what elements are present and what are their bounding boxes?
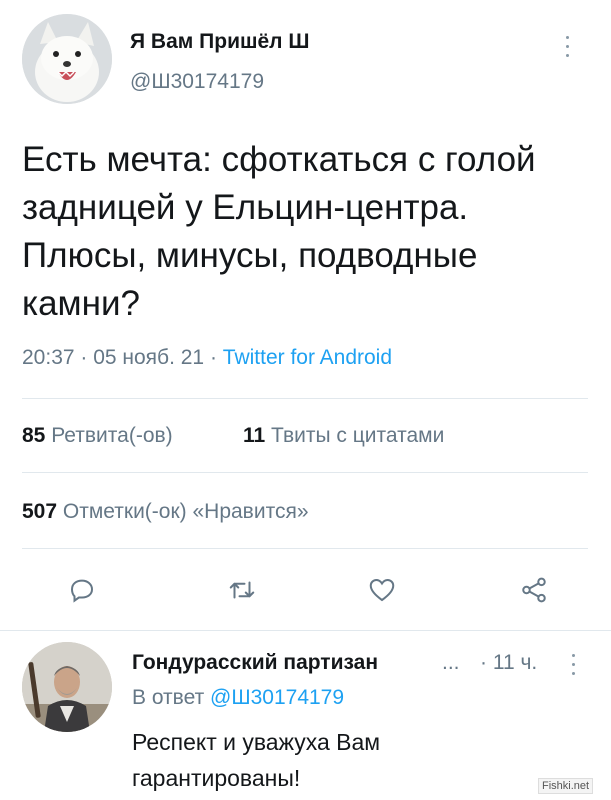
share-button[interactable] <box>514 570 554 610</box>
divider <box>0 630 611 631</box>
share-icon <box>522 577 546 603</box>
likes-label: Отметки(-ок) «Нравится» <box>62 500 309 523</box>
author-handle[interactable]: @Ш30174179 <box>130 70 264 94</box>
author-avatar[interactable] <box>22 14 112 104</box>
like-button[interactable] <box>362 570 402 610</box>
retweet-icon <box>229 581 255 599</box>
reply-to-mention[interactable]: @Ш30174179 <box>210 686 344 709</box>
reply-author-avatar[interactable] <box>22 642 112 732</box>
quotes-stat[interactable]: 11 Твиты с цитатами <box>243 424 444 448</box>
retweets-count: 85 <box>22 424 46 447</box>
reply-author-name[interactable]: Гондурасский партизан <box>132 651 378 675</box>
more-options-icon[interactable] <box>566 36 574 62</box>
divider <box>22 548 588 549</box>
reply-button[interactable] <box>62 570 102 610</box>
like-icon <box>369 578 395 602</box>
divider <box>22 472 588 473</box>
reply-more-options-icon[interactable] <box>572 654 580 680</box>
tweet-timestamp: 20:37 · 05 нояб. 21 · <box>22 346 223 369</box>
likes-count: 507 <box>22 500 58 523</box>
reply-icon <box>70 579 94 603</box>
watermark: Fishki.net <box>538 778 594 794</box>
retweet-button[interactable] <box>222 570 262 610</box>
retweets-label: Ретвита(-ов) <box>51 424 173 447</box>
reply-time: · 11 ч. <box>480 651 538 674</box>
name-ellipsis: ... <box>442 651 460 674</box>
likes-stat[interactable]: 507 Отметки(-ок) «Нравится» <box>22 500 309 524</box>
quotes-count: 11 <box>243 424 266 447</box>
tweet-text: Есть мечта: сфоткаться с голой задницей … <box>22 140 536 323</box>
reply-to-label: В ответ <box>132 686 205 709</box>
man-with-rifle-icon <box>22 642 112 732</box>
author-name[interactable]: Я Вам Пришёл Ш <box>130 30 309 54</box>
quotes-label: Твиты с цитатами <box>271 424 445 447</box>
arctic-fox-icon <box>22 14 112 104</box>
divider <box>22 398 588 399</box>
reply-text: Респект и уважуха Вам гарантированы! <box>132 729 381 791</box>
reply-to-line: В ответ @Ш30174179 <box>132 686 344 710</box>
tweet-meta: 20:37 · 05 нояб. 21 · Twitter for Androi… <box>22 346 392 370</box>
tweet-source-link[interactable]: Twitter for Android <box>223 346 392 369</box>
retweets-stat[interactable]: 85 Ретвита(-ов) <box>22 424 173 448</box>
